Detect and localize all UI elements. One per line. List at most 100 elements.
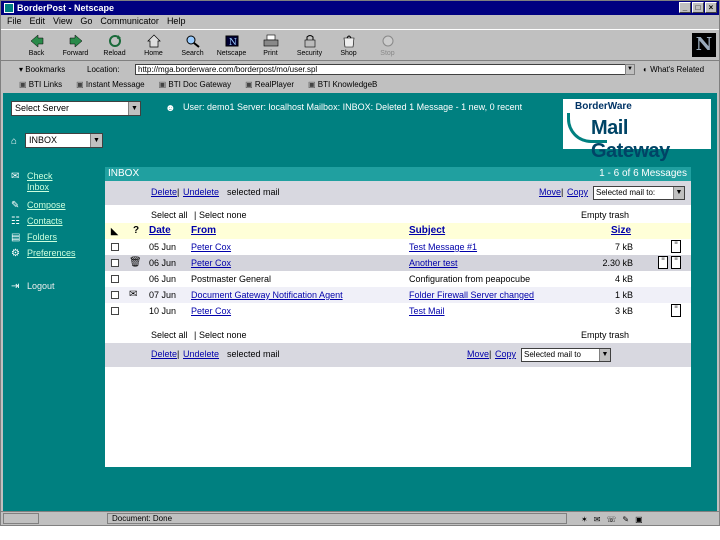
sort-flag-icon[interactable]: ◣ (111, 223, 118, 239)
column-from[interactable]: From (191, 223, 216, 239)
select-all-link-bottom[interactable]: Select all (151, 327, 188, 343)
row-from[interactable]: Postmaster General (191, 271, 405, 287)
row-from[interactable]: Peter Cox (191, 239, 405, 255)
row-subject[interactable]: Configuration from peapocube (409, 271, 605, 287)
menu-view[interactable]: View (53, 15, 72, 28)
personal-link-instant-message[interactable]: Instant Message (76, 78, 145, 91)
undelete-link[interactable]: Undelete (183, 187, 219, 197)
nav-compose[interactable]: ✎ Compose (11, 200, 66, 211)
shop-button[interactable]: Shop (329, 30, 368, 62)
select-none-link-bottom[interactable]: Select none (199, 327, 247, 343)
document-icon[interactable]: ≡ (671, 240, 681, 253)
copy-link-bottom[interactable]: Copy (495, 349, 516, 359)
table-row[interactable]: 05 Jun Peter Cox Test Message #1 7 kB ≡ (105, 239, 691, 255)
folder-select[interactable]: INBOX ▼ (25, 133, 103, 148)
table-row[interactable]: 10 Jun Peter Cox Test Mail 3 kB ≡ (105, 303, 691, 319)
column-size[interactable]: Size (611, 223, 631, 239)
netscape-icon: N (225, 35, 238, 48)
row-subject[interactable]: Another test (409, 255, 605, 271)
back-label: Back (28, 50, 45, 57)
table-row[interactable]: 🗑 06 Jun Peter Cox Another test 2.30 kB ≡ ≡ (105, 255, 691, 271)
personal-link-realplayer[interactable]: RealPlayer (245, 78, 294, 91)
menu-edit[interactable]: Edit (30, 15, 46, 28)
navigator-icon[interactable]: ✶ (581, 513, 588, 524)
close-button[interactable]: × (705, 2, 717, 13)
row-subject[interactable]: Folder Firewall Server changed (409, 287, 605, 303)
bookmarks-button[interactable]: ▾ Bookmarks (19, 62, 65, 77)
move-target-select-bottom[interactable]: Selected mail to ▼ (521, 348, 611, 362)
netscape-logo: N (692, 33, 716, 57)
title-bar: BorderPost - Netscape _ □ × (1, 1, 719, 15)
column-subject[interactable]: Subject (409, 223, 445, 239)
dock-icon[interactable]: ▣ (635, 513, 643, 524)
row-from[interactable]: Peter Cox (191, 303, 405, 319)
url-input[interactable]: http://mga.borderware.com/borderpost/mo/… (135, 64, 635, 75)
document-icon[interactable]: ≡ (671, 256, 681, 269)
row-checkbox[interactable] (111, 259, 119, 267)
row-checkbox[interactable] (111, 307, 119, 315)
nav-folders-label: Folders (27, 232, 58, 242)
home-button[interactable]: Home (134, 30, 173, 62)
nav-contacts[interactable]: ☷ Contacts (11, 216, 63, 227)
select-all-link[interactable]: Select all (151, 207, 188, 223)
row-checkbox[interactable] (111, 275, 119, 283)
personal-link-bti-knowledgeb[interactable]: BTI KnowledgeB (308, 78, 378, 91)
row-subject[interactable]: Test Mail (409, 303, 605, 319)
whats-related-button[interactable]: ◐ What's Related (643, 62, 704, 77)
discussions-icon[interactable]: ☏ (606, 513, 616, 524)
select-none-link[interactable]: Select none (199, 207, 247, 223)
menu-communicator[interactable]: Communicator (100, 15, 159, 28)
personal-link-bti-links[interactable]: BTI Links (19, 78, 62, 91)
search-label: Search (181, 50, 204, 57)
table-row[interactable]: ✉ 07 Jun Document Gateway Notification Age… (105, 287, 691, 303)
reload-button[interactable]: Reload (95, 30, 134, 62)
move-link[interactable]: Move (539, 187, 561, 197)
security-button[interactable]: Security (290, 30, 329, 62)
column-date[interactable]: Date (149, 223, 171, 239)
selection-row: Select all | Select none Empty trash (105, 207, 691, 223)
mail-icon[interactable]: ✉ (594, 513, 601, 524)
nav-folders[interactable]: ▤ Folders (11, 232, 57, 243)
compose-icon: ✎ (11, 200, 20, 211)
print-button[interactable]: Print (251, 30, 290, 62)
folders-icon: ▤ (11, 232, 21, 243)
search-button[interactable]: Search (173, 30, 212, 62)
menu-file[interactable]: File (7, 15, 22, 28)
folder-select-value: INBOX (29, 135, 58, 145)
row-subject[interactable]: Test Message #1 (409, 239, 605, 255)
nav-logout[interactable]: ⇥ Logout (11, 281, 55, 292)
menu-go[interactable]: Go (80, 15, 92, 28)
row-size: 2.30 kB (602, 258, 633, 268)
delete-link-bottom[interactable]: Delete (151, 349, 177, 359)
row-checkbox[interactable] (111, 291, 119, 299)
maximize-button[interactable]: □ (692, 2, 704, 13)
netscape-button[interactable]: N Netscape (212, 30, 251, 62)
move-target-select[interactable]: Selected mail to: ▼ (593, 186, 685, 200)
undelete-link-bottom[interactable]: Undelete (183, 349, 219, 359)
security-status-icon[interactable] (3, 513, 39, 524)
row-from[interactable]: Document Gateway Notification Agent (191, 287, 405, 303)
back-button[interactable]: Back (17, 30, 56, 62)
delete-link[interactable]: Delete (151, 187, 177, 197)
table-row[interactable]: 06 Jun Postmaster General Configuration fr… (105, 271, 691, 287)
minimize-button[interactable]: _ (679, 2, 691, 13)
nav-preferences[interactable]: ⚙ Preferences (11, 248, 76, 259)
empty-trash-link-bottom[interactable]: Empty trash (581, 327, 629, 343)
document-icon[interactable]: ≡ (658, 256, 668, 269)
forward-button[interactable]: Forward (56, 30, 95, 62)
document-icon[interactable]: ≡ (671, 304, 681, 317)
row-checkbox[interactable] (111, 243, 119, 251)
envelope-icon: ✉ (129, 289, 138, 300)
move-link-bottom[interactable]: Move (467, 349, 489, 359)
url-dropdown-button[interactable]: ▼ (625, 64, 635, 75)
server-select[interactable]: Select Server ▼ (11, 101, 141, 116)
message-range: 1 - 6 of 6 Messages (599, 168, 687, 179)
copy-link[interactable]: Copy (567, 187, 588, 197)
menu-help[interactable]: Help (167, 15, 186, 28)
personal-link-bti-doc-gateway[interactable]: BTI Doc Gateway (159, 78, 231, 91)
stop-button[interactable]: Stop (368, 30, 407, 62)
nav-check-inbox[interactable]: ✉ Check Inbox (11, 171, 67, 193)
composer-icon[interactable]: ✎ (622, 513, 629, 524)
empty-trash-link[interactable]: Empty trash (581, 207, 629, 223)
row-from[interactable]: Peter Cox (191, 255, 405, 271)
